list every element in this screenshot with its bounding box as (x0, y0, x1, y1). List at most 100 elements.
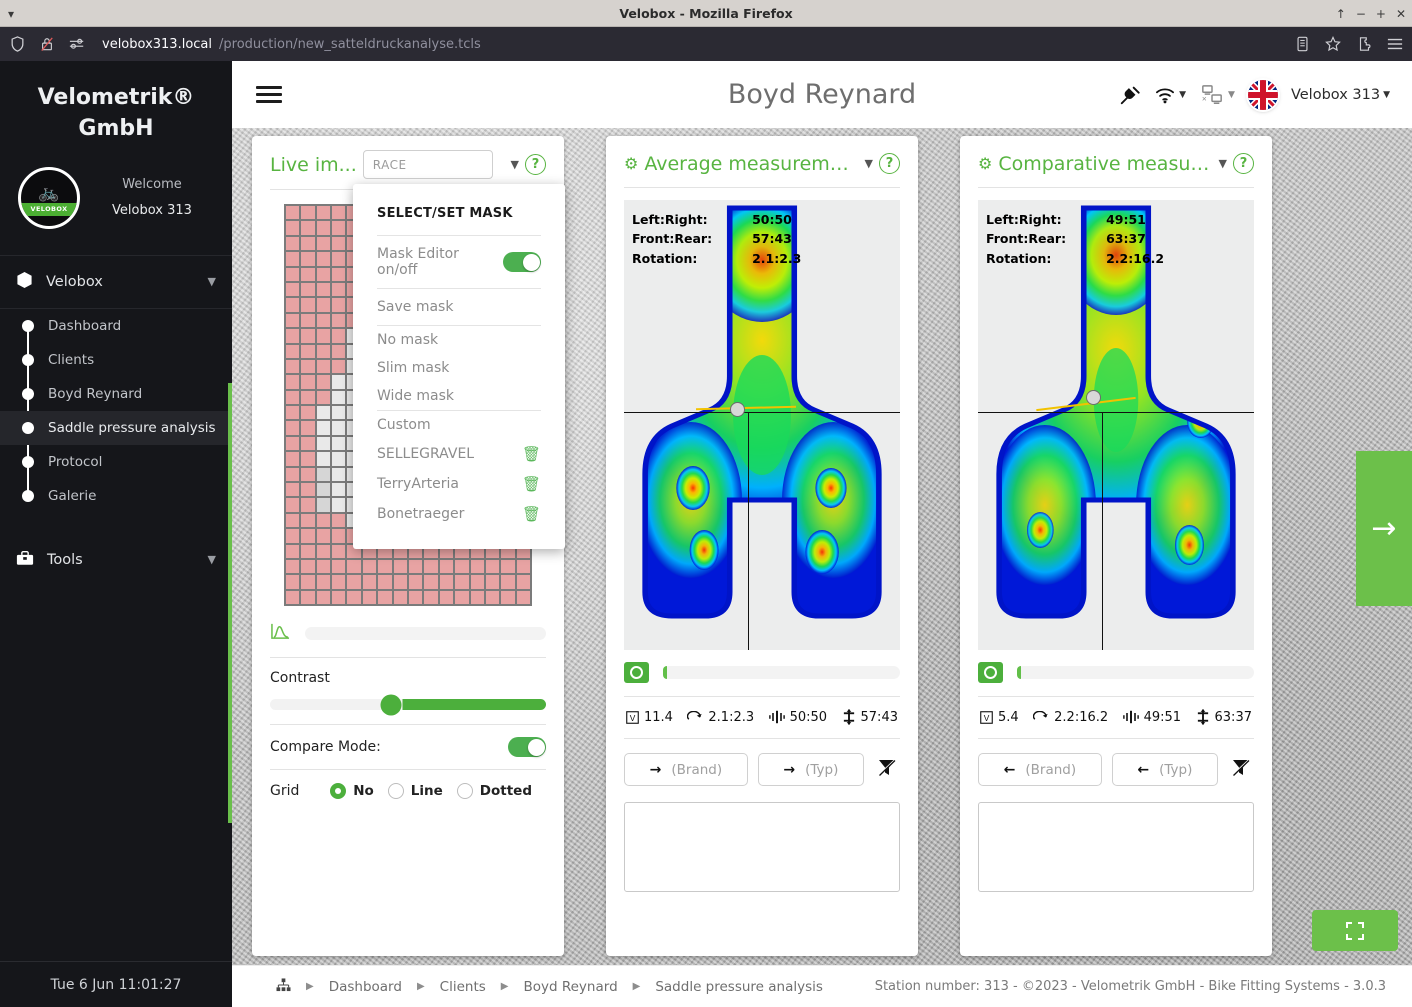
average-notes-textarea[interactable] (624, 802, 900, 892)
mask-cell[interactable] (300, 497, 315, 512)
mask-cell[interactable] (285, 328, 300, 343)
mask-cell[interactable] (300, 328, 315, 343)
comparative-heatmap[interactable]: Left:Right: 49:51 Front:Rear: 63:37 Rota… (978, 200, 1254, 650)
mask-cell[interactable] (316, 251, 331, 266)
custom-mask-sellegravel[interactable]: SELLEGRAVEL 🗑 (377, 439, 541, 469)
mask-cell[interactable] (331, 374, 346, 389)
mask-cell[interactable] (285, 267, 300, 282)
mask-cell[interactable] (316, 497, 331, 512)
mask-cell[interactable] (285, 559, 300, 574)
mask-cell[interactable] (300, 374, 315, 389)
sidebar-item-boyd-reynard[interactable]: Boyd Reynard (0, 377, 232, 411)
average-brand-button[interactable]: → (Brand) (624, 753, 748, 786)
breadcrumb-saddle-pressure-analysis[interactable]: Saddle pressure analysis (655, 979, 823, 995)
mask-cell[interactable] (300, 513, 315, 528)
sidebar-toggle-button[interactable] (256, 86, 282, 103)
mask-cell[interactable] (346, 590, 361, 605)
mask-cell[interactable] (454, 559, 469, 574)
custom-mask-bonetraeger[interactable]: Bonetraeger 🗑 (377, 499, 541, 529)
mask-cell[interactable] (285, 497, 300, 512)
help-icon[interactable]: ? (879, 153, 900, 174)
mask-cell[interactable] (516, 574, 531, 589)
mask-cell[interactable] (316, 313, 331, 328)
bookmark-star-icon[interactable] (1322, 33, 1344, 55)
mask-cell[interactable] (300, 236, 315, 251)
mask-cell[interactable] (285, 359, 300, 374)
mask-cell[interactable] (316, 282, 331, 297)
mask-cell[interactable] (408, 559, 423, 574)
mask-preset-slim-mask[interactable]: Slim mask (377, 354, 541, 382)
live-dropdown-caret[interactable]: ▼ (511, 158, 519, 171)
user-menu[interactable]: Velobox 313 ▼ (1291, 87, 1390, 103)
mask-cell[interactable] (331, 420, 346, 435)
mask-cell[interactable] (316, 297, 331, 312)
sidebar-item-protocol[interactable]: Protocol (0, 445, 232, 479)
next-page-button[interactable]: → (1356, 451, 1412, 606)
comparative-dropdown-caret[interactable]: ▼ (1219, 157, 1227, 170)
mask-cell[interactable] (331, 513, 346, 528)
mask-cell[interactable] (331, 328, 346, 343)
mask-cell[interactable] (331, 497, 346, 512)
shield-icon[interactable] (6, 33, 28, 55)
avatar[interactable]: 🚲 VELOBOX (18, 167, 80, 229)
mask-cell[interactable] (485, 590, 500, 605)
mask-cell[interactable] (500, 590, 515, 605)
mask-cell[interactable] (300, 359, 315, 374)
compare-mode-toggle[interactable] (508, 737, 546, 757)
mask-cell[interactable] (393, 559, 408, 574)
breadcrumb-boyd-reynard[interactable]: Boyd Reynard (523, 979, 617, 995)
mask-cell[interactable] (331, 297, 346, 312)
mask-cell[interactable] (285, 220, 300, 235)
mask-cell[interactable] (285, 344, 300, 359)
mask-cell[interactable] (439, 574, 454, 589)
mask-cell[interactable] (316, 574, 331, 589)
mask-cell[interactable] (316, 390, 331, 405)
mask-cell[interactable] (377, 559, 392, 574)
mask-cell[interactable] (285, 513, 300, 528)
gear-icon[interactable]: ⚙ (624, 154, 638, 173)
reader-view-icon[interactable] (1291, 33, 1313, 55)
mask-cell[interactable] (316, 467, 331, 482)
mask-cell[interactable] (285, 390, 300, 405)
mask-cell[interactable] (331, 313, 346, 328)
breadcrumb-clients[interactable]: Clients (440, 979, 486, 995)
contrast-slider-knob[interactable] (381, 694, 402, 715)
mask-cell[interactable] (331, 559, 346, 574)
mask-cell[interactable] (331, 544, 346, 559)
mask-cell[interactable] (300, 220, 315, 235)
network-disconnected-icon[interactable]: × ▼ (1199, 84, 1235, 106)
mask-cell[interactable] (316, 205, 331, 220)
mask-cell[interactable] (316, 482, 331, 497)
mask-cell[interactable] (423, 574, 438, 589)
race-input[interactable] (363, 150, 493, 179)
mask-cell[interactable] (377, 590, 392, 605)
grid-radio-no[interactable]: No (330, 783, 374, 799)
mask-cell[interactable] (393, 590, 408, 605)
mask-cell[interactable] (316, 559, 331, 574)
curve-chart-icon[interactable] (270, 622, 291, 645)
mask-cell[interactable] (454, 574, 469, 589)
mask-cell[interactable] (393, 574, 408, 589)
mask-cell[interactable] (285, 374, 300, 389)
mask-cell[interactable] (331, 267, 346, 282)
mask-cell[interactable] (316, 420, 331, 435)
mask-cell[interactable] (331, 390, 346, 405)
mask-cell[interactable] (500, 574, 515, 589)
mask-cell[interactable] (316, 328, 331, 343)
mask-cell[interactable] (439, 590, 454, 605)
mask-cell[interactable] (423, 559, 438, 574)
mask-cell[interactable] (331, 528, 346, 543)
mask-cell[interactable] (470, 574, 485, 589)
mask-cell[interactable] (331, 205, 346, 220)
mask-cell[interactable] (300, 344, 315, 359)
mask-cell[interactable] (316, 544, 331, 559)
maximize-button[interactable]: + (1376, 8, 1386, 20)
mask-cell[interactable] (300, 590, 315, 605)
mask-cell[interactable] (300, 390, 315, 405)
mask-preset-no-mask[interactable]: No mask (377, 326, 541, 354)
restore-up-button[interactable]: ↑ (1336, 8, 1346, 20)
mask-cell[interactable] (300, 313, 315, 328)
center-of-pressure-marker[interactable] (730, 402, 745, 417)
live-progress-bar[interactable] (305, 627, 546, 640)
mask-cell[interactable] (300, 251, 315, 266)
